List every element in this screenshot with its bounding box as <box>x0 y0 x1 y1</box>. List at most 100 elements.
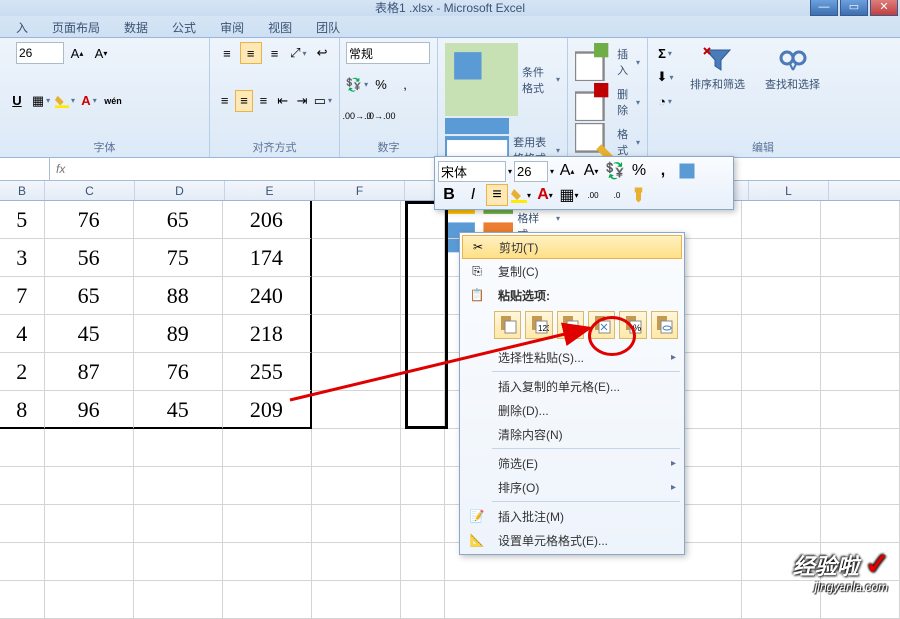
col-c[interactable]: C <box>45 181 135 200</box>
empty-cell[interactable] <box>445 581 742 619</box>
font-size[interactable] <box>16 42 64 64</box>
empty-cell[interactable] <box>401 543 445 581</box>
data-cell[interactable]: 218 <box>223 315 312 353</box>
col-l[interactable]: L <box>749 181 829 200</box>
empty-cell[interactable] <box>312 429 401 467</box>
fill-icon[interactable]: ⬇ <box>654 66 676 88</box>
data-cell[interactable]: 45 <box>45 315 134 353</box>
mini-grow-font-icon[interactable]: A▴ <box>556 160 578 182</box>
paste-formulas[interactable]: fx <box>557 311 584 339</box>
empty-cell[interactable] <box>401 429 445 467</box>
data-cell[interactable]: 76 <box>134 353 223 391</box>
align-top-icon[interactable]: ≡ <box>216 42 238 64</box>
align-left-icon[interactable]: ≡ <box>216 90 233 112</box>
mini-center-icon[interactable]: ≡ <box>486 184 508 206</box>
empty-cell[interactable] <box>0 543 45 581</box>
sort-filter[interactable]: 排序和筛选 <box>684 42 751 112</box>
tab-view[interactable]: 视图 <box>256 16 304 37</box>
empty-cell[interactable] <box>134 467 223 505</box>
name-box[interactable] <box>0 158 50 180</box>
empty-cell[interactable] <box>821 353 900 391</box>
empty-cell[interactable] <box>742 239 821 277</box>
empty-cell[interactable] <box>742 353 821 391</box>
empty-cell[interactable] <box>0 581 45 619</box>
merge-cells-icon[interactable]: ▭ <box>313 90 333 112</box>
empty-cell[interactable] <box>223 467 312 505</box>
maximize-button[interactable]: ▭ <box>840 0 868 16</box>
empty-cell[interactable] <box>312 353 401 391</box>
tab-page-layout[interactable]: 页面布局 <box>40 16 112 37</box>
empty-cell[interactable] <box>401 353 445 391</box>
mini-format-icon[interactable] <box>676 160 698 182</box>
col-b[interactable]: B <box>0 181 45 200</box>
percent-icon[interactable]: % <box>370 74 392 96</box>
currency-icon[interactable]: 💱 <box>346 74 368 96</box>
empty-cell[interactable] <box>223 543 312 581</box>
data-cell[interactable]: 65 <box>45 277 134 315</box>
data-cell[interactable]: 56 <box>45 239 134 277</box>
ctx-copy[interactable]: ⎘ 复制(C) <box>462 259 682 283</box>
mini-border-icon[interactable]: ▦▾ <box>558 184 580 206</box>
ctx-format-cells[interactable]: 📐设置单元格格式(E)... <box>462 528 682 552</box>
increase-font-icon[interactable]: A▴ <box>66 42 88 64</box>
empty-cell[interactable] <box>312 543 401 581</box>
wrap-text-icon[interactable]: ↩ <box>311 42 333 64</box>
empty-cell[interactable] <box>401 239 445 277</box>
paste-all[interactable] <box>494 311 521 339</box>
ctx-sort[interactable]: 排序(O) <box>462 475 682 499</box>
data-cell[interactable]: 5 <box>0 201 45 239</box>
empty-cell[interactable] <box>742 201 821 239</box>
empty-cell[interactable] <box>223 429 312 467</box>
minimize-button[interactable]: — <box>810 0 838 16</box>
paste-transpose[interactable] <box>588 311 615 339</box>
mini-fill-icon[interactable]: ▾ <box>510 184 532 206</box>
empty-cell[interactable] <box>312 581 401 619</box>
ctx-filter[interactable]: 筛选(E) <box>462 451 682 475</box>
orientation-icon[interactable]: ⤢ <box>287 42 309 64</box>
empty-cell[interactable] <box>821 429 900 467</box>
align-bottom-icon[interactable]: ≡ <box>264 42 286 64</box>
close-button[interactable]: ✕ <box>870 0 898 16</box>
empty-cell[interactable] <box>821 201 900 239</box>
paste-link[interactable] <box>651 311 678 339</box>
data-cell[interactable]: 45 <box>134 391 223 429</box>
data-cell[interactable]: 2 <box>0 353 45 391</box>
mini-font-size[interactable] <box>514 161 548 182</box>
empty-cell[interactable] <box>312 391 401 429</box>
mini-inc-dec-icon[interactable]: .00 <box>582 184 604 206</box>
empty-cell[interactable] <box>223 581 312 619</box>
ctx-delete[interactable]: 删除(D)... <box>462 398 682 422</box>
tab-insert[interactable]: 入 <box>4 16 40 37</box>
mini-font-name[interactable] <box>438 161 506 182</box>
decrease-indent-icon[interactable]: ⇤ <box>274 90 291 112</box>
data-cell[interactable]: 206 <box>223 201 312 239</box>
col-d[interactable]: D <box>135 181 225 200</box>
empty-cell[interactable] <box>742 581 821 619</box>
empty-cell[interactable] <box>742 391 821 429</box>
ctx-insert-comment[interactable]: 📝插入批注(M) <box>462 504 682 528</box>
data-cell[interactable]: 240 <box>223 277 312 315</box>
empty-cell[interactable] <box>742 315 821 353</box>
ctx-clear[interactable]: 清除内容(N) <box>462 422 682 446</box>
empty-cell[interactable] <box>223 505 312 543</box>
empty-cell[interactable] <box>821 315 900 353</box>
autosum-icon[interactable]: Σ <box>654 42 676 64</box>
col-f[interactable]: F <box>315 181 405 200</box>
empty-cell[interactable] <box>45 543 134 581</box>
mini-bold-icon[interactable]: B <box>438 184 460 206</box>
mini-italic-icon[interactable]: I <box>462 184 484 206</box>
increase-indent-icon[interactable]: ⇥ <box>293 90 310 112</box>
data-cell[interactable]: 8 <box>0 391 45 429</box>
data-cell[interactable]: 89 <box>134 315 223 353</box>
empty-cell[interactable] <box>401 391 445 429</box>
increase-decimal-icon[interactable]: .00→.0 <box>346 105 368 127</box>
empty-cell[interactable] <box>401 277 445 315</box>
align-right-icon[interactable]: ≡ <box>255 90 272 112</box>
tab-team[interactable]: 团队 <box>304 16 352 37</box>
number-format[interactable] <box>346 42 430 64</box>
data-cell[interactable]: 75 <box>134 239 223 277</box>
empty-cell[interactable] <box>742 467 821 505</box>
data-cell[interactable]: 96 <box>45 391 134 429</box>
data-cell[interactable]: 88 <box>134 277 223 315</box>
comma-icon[interactable]: , <box>394 74 416 96</box>
